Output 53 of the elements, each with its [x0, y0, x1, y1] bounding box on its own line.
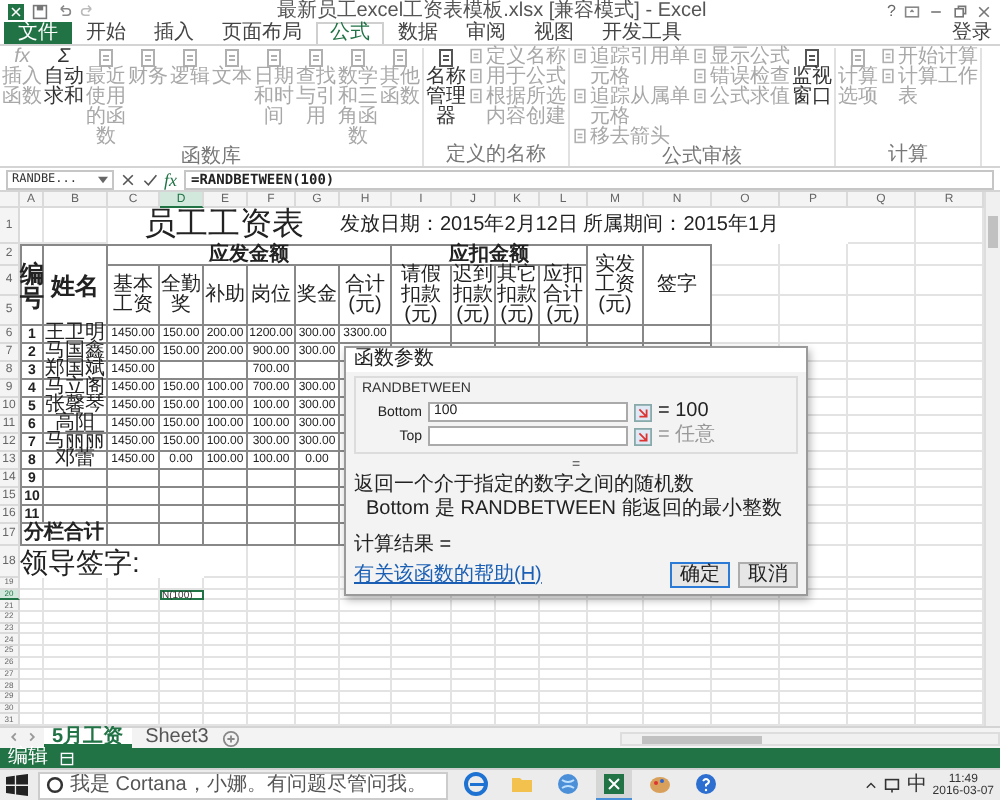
search-field[interactable]: 我是 Cortana，小娜。有问题尽管问我。 — [38, 771, 448, 799]
header-cell: 合计(元) — [340, 266, 392, 326]
header-cell: 应发金额 — [108, 244, 392, 266]
insert-function-button[interactable]: fx — [164, 169, 177, 189]
ribbon-button[interactable]: 监视窗口 — [792, 48, 832, 108]
argument-help: Bottom 是 RANDBETWEEN 能返回的最小整数 — [364, 498, 784, 522]
ribbon-tab[interactable]: 审阅 — [452, 22, 520, 44]
header-cell: 签字 — [644, 244, 712, 326]
signature-label: 领导签字: — [20, 546, 204, 578]
sign-in-link[interactable]: 登录 — [952, 22, 992, 44]
ribbon-tab[interactable]: 公式 — [316, 22, 384, 44]
table-cell: 分栏合计 — [20, 524, 108, 546]
help-button[interactable]: ? — [887, 1, 896, 21]
function-description: 返回一个介于指定的数字之间的随机数 — [352, 474, 696, 497]
function-icon: fx — [14, 48, 30, 68]
header-cell: 基本工资 — [108, 266, 160, 326]
header-cell: 请假扣款(元) — [392, 266, 452, 326]
ribbon-tab[interactable]: 文件 — [4, 22, 72, 44]
header-cell: 迟到扣款(元) — [452, 266, 496, 326]
dialog-button[interactable]: 取消 — [738, 562, 798, 588]
ribbon-button[interactable]: 名称管理器 — [426, 48, 466, 128]
header-cell: 应扣合计(元) — [540, 266, 588, 326]
function-icon: Σ — [58, 48, 70, 68]
ribbon-tab[interactable]: 开发工具 — [588, 22, 696, 44]
header-cell: 岗位 — [248, 266, 296, 326]
group-label: 公式审核 — [660, 148, 744, 168]
sheet-tab[interactable]: Sheet3 — [137, 728, 217, 748]
result-label: 计算结果 = — [352, 534, 454, 558]
dialog-button[interactable]: 确定 — [670, 562, 730, 588]
header-cell: 奖金 — [296, 266, 340, 326]
input-method[interactable]: 中 — [906, 775, 927, 795]
help-link[interactable]: 有关该函数的帮助(H) — [354, 565, 542, 585]
header-cell: 实发工资(元) — [588, 244, 644, 326]
header-cell: 补助 — [204, 266, 248, 326]
dialog-title: 函数参数 — [346, 348, 806, 372]
ribbon-tab[interactable]: 插入 — [140, 22, 208, 44]
sheet-tab[interactable]: 5月工资 — [44, 728, 132, 748]
header-cell: 全勤奖 — [160, 266, 204, 326]
status-mode: 编辑 — [8, 748, 48, 768]
group-label: 定义的名称 — [444, 146, 548, 166]
group-label: 函数库 — [179, 148, 243, 168]
ribbon-tab[interactable]: 数据 — [384, 22, 452, 44]
header-cell: 应扣金额 — [392, 244, 588, 266]
issue-info: 发放日期：2015年2月12日 所属期间：2015年1月 — [340, 208, 848, 244]
ribbon-tab[interactable]: 开始 — [72, 22, 140, 44]
ribbon-tab[interactable]: 页面布局 — [208, 22, 316, 44]
argument-result: = 100 — [658, 402, 709, 422]
group-label: 计算 — [886, 146, 930, 166]
header-cell: 其它扣款(元) — [496, 266, 540, 326]
argument-result: = 任意 — [658, 426, 716, 446]
header-cell: 编号 — [20, 244, 44, 326]
ribbon-button[interactable]: Σ 自动求和 — [44, 48, 84, 108]
ribbon-tab[interactable]: 视图 — [520, 22, 588, 44]
